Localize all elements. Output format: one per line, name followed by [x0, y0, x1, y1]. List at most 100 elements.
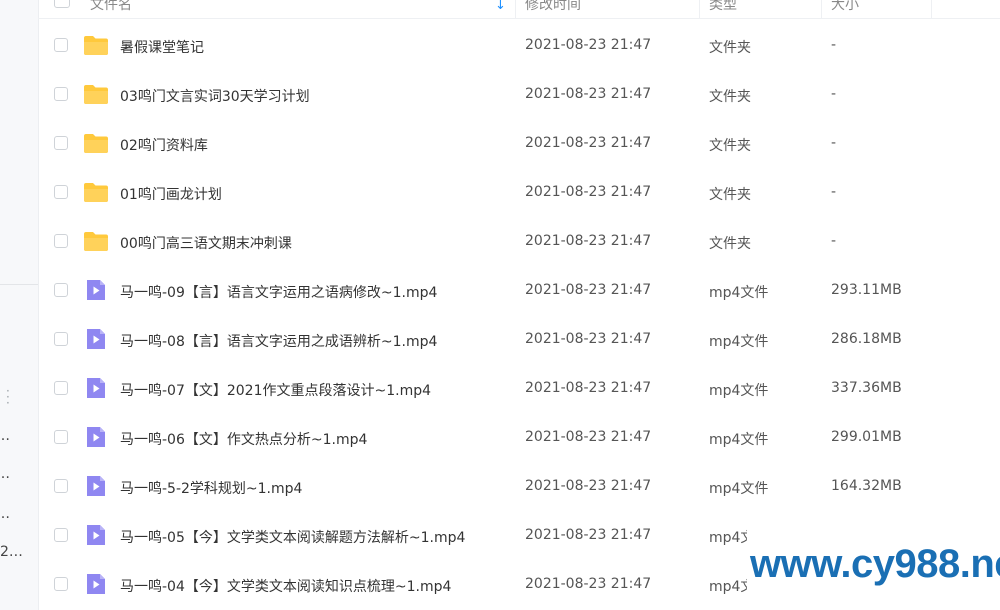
file-row[interactable]: 马一鸣-07【文】2021作文重点段落设计~1.mp4 2021-08-23 2… — [38, 365, 1000, 414]
row-checkbox[interactable] — [54, 136, 68, 150]
file-name[interactable]: 马一鸣-07【文】2021作文重点段落设计~1.mp4 — [120, 380, 431, 400]
file-name[interactable]: 02鸣门资料库 — [120, 135, 208, 155]
file-row[interactable]: 马一鸣-5-2学科规划~1.mp4 2021-08-23 21:47 mp4文件… — [38, 463, 1000, 512]
video-file-icon — [83, 475, 109, 497]
file-size: 337.36MB — [831, 380, 902, 396]
file-type: mp4文件 — [709, 432, 769, 448]
file-row[interactable]: 00鸣门高三语文期末冲刺课 2021-08-23 21:47 文件夹 - — [38, 218, 1000, 267]
file-list: 暑假课堂笔记 2021-08-23 21:47 文件夹 - 03鸣门文言实词30… — [38, 22, 1000, 610]
folder-icon — [83, 230, 109, 252]
file-size: - — [831, 86, 837, 102]
left-sidebar: ··· … … … 2… — [0, 0, 39, 610]
row-checkbox[interactable] — [54, 87, 68, 101]
folder-icon — [83, 34, 109, 56]
watermark-text: www.cy988.net — [750, 542, 1000, 586]
file-type: mp4文件 — [709, 285, 769, 301]
file-type: mp4文件 — [709, 481, 769, 497]
row-checkbox[interactable] — [54, 577, 68, 591]
column-header-size[interactable]: 大小 — [831, 0, 859, 14]
file-size: 164.32MB — [831, 478, 902, 494]
file-type: mp4文件 — [709, 530, 747, 546]
file-size: - — [831, 184, 837, 200]
file-name[interactable]: 马一鸣-5-2学科规划~1.mp4 — [120, 478, 302, 498]
row-checkbox[interactable] — [54, 185, 68, 199]
file-row[interactable]: 暑假课堂笔记 2021-08-23 21:47 文件夹 - — [38, 22, 1000, 71]
column-header-name[interactable]: 文件名 — [90, 0, 132, 14]
column-header-mtime[interactable]: 修改时间 — [525, 0, 581, 14]
file-modified-time: 2021-08-23 21:47 — [525, 478, 652, 494]
video-file-icon — [83, 426, 109, 448]
sidebar-item-truncated[interactable]: … — [0, 506, 10, 522]
file-type: 文件夹 — [709, 138, 751, 154]
video-file-icon — [83, 573, 109, 595]
file-size: - — [831, 37, 837, 53]
file-name[interactable]: 暑假课堂笔记 — [120, 37, 204, 57]
file-name[interactable]: 马一鸣-05【今】文学类文本阅读解题方法解析~1.mp4 — [120, 527, 465, 547]
file-type: mp4文件 — [709, 383, 769, 399]
column-divider[interactable] — [699, 0, 700, 18]
folder-icon — [83, 181, 109, 203]
file-modified-time: 2021-08-23 21:47 — [525, 576, 652, 592]
file-manager-window: ··· … … … 2… 文件名 ↓ 修改时间 类型 大小 暑假课堂笔记 202… — [0, 0, 1000, 610]
video-file-icon — [83, 377, 109, 399]
column-header-type[interactable]: 类型 — [709, 0, 737, 14]
file-modified-time: 2021-08-23 21:47 — [525, 527, 652, 543]
file-row[interactable]: 01鸣门画龙计划 2021-08-23 21:47 文件夹 - — [38, 169, 1000, 218]
row-checkbox[interactable] — [54, 38, 68, 52]
file-size: 293.11MB — [831, 282, 902, 298]
row-checkbox[interactable] — [54, 430, 68, 444]
file-row[interactable]: 03鸣门文言实词30天学习计划 2021-08-23 21:47 文件夹 - — [38, 71, 1000, 120]
file-name[interactable]: 马一鸣-04【今】文学类文本阅读知识点梳理~1.mp4 — [120, 576, 451, 596]
sidebar-divider — [0, 284, 38, 285]
video-file-icon — [83, 279, 109, 301]
video-file-icon — [83, 524, 109, 546]
file-type: 文件夹 — [709, 236, 751, 252]
file-modified-time: 2021-08-23 21:47 — [525, 282, 652, 298]
file-type: 文件夹 — [709, 89, 751, 105]
file-list-header: 文件名 ↓ 修改时间 类型 大小 — [38, 0, 1000, 19]
file-modified-time: 2021-08-23 21:47 — [525, 135, 652, 151]
file-type: 文件夹 — [709, 187, 751, 203]
file-modified-time: 2021-08-23 21:47 — [525, 184, 652, 200]
file-size: 286.18MB — [831, 331, 902, 347]
column-divider[interactable] — [821, 0, 822, 18]
file-modified-time: 2021-08-23 21:47 — [525, 429, 652, 445]
file-type: mp4文件 — [709, 579, 747, 595]
more-dots-icon[interactable]: · · · — [6, 385, 10, 409]
file-row[interactable]: 02鸣门资料库 2021-08-23 21:47 文件夹 - — [38, 120, 1000, 169]
file-name[interactable]: 马一鸣-06【文】作文热点分析~1.mp4 — [120, 429, 367, 449]
row-checkbox[interactable] — [54, 234, 68, 248]
row-checkbox[interactable] — [54, 528, 68, 542]
file-name[interactable]: 00鸣门高三语文期末冲刺课 — [120, 233, 292, 253]
select-all-checkbox[interactable] — [54, 0, 70, 8]
file-modified-time: 2021-08-23 21:47 — [525, 380, 652, 396]
sidebar-item-truncated[interactable]: … — [0, 466, 10, 482]
row-checkbox[interactable] — [54, 479, 68, 493]
row-checkbox[interactable] — [54, 283, 68, 297]
file-row[interactable]: 马一鸣-08【言】语言文字运用之成语辨析~1.mp4 2021-08-23 21… — [38, 316, 1000, 365]
column-divider[interactable] — [931, 0, 932, 18]
sidebar-item-truncated[interactable]: 2… — [0, 544, 23, 560]
file-name[interactable]: 马一鸣-08【言】语言文字运用之成语辨析~1.mp4 — [120, 331, 437, 351]
file-name[interactable]: 03鸣门文言实词30天学习计划 — [120, 86, 310, 106]
video-file-icon — [83, 328, 109, 350]
folder-icon — [83, 83, 109, 105]
file-size: 299.01MB — [831, 429, 902, 445]
file-name[interactable]: 马一鸣-09【言】语言文字运用之语病修改~1.mp4 — [120, 282, 437, 302]
file-row[interactable]: 马一鸣-09【言】语言文字运用之语病修改~1.mp4 2021-08-23 21… — [38, 267, 1000, 316]
file-name[interactable]: 01鸣门画龙计划 — [120, 184, 222, 204]
file-size: - — [831, 233, 837, 249]
file-modified-time: 2021-08-23 21:47 — [525, 331, 652, 347]
file-modified-time: 2021-08-23 21:47 — [525, 233, 652, 249]
column-divider[interactable] — [515, 0, 516, 18]
file-size: - — [831, 135, 837, 151]
file-modified-time: 2021-08-23 21:47 — [525, 37, 652, 53]
file-type: mp4文件 — [709, 334, 769, 350]
file-modified-time: 2021-08-23 21:47 — [525, 86, 652, 102]
folder-icon — [83, 132, 109, 154]
row-checkbox[interactable] — [54, 332, 68, 346]
row-checkbox[interactable] — [54, 381, 68, 395]
sort-down-arrow-icon[interactable]: ↓ — [495, 0, 506, 13]
sidebar-item-truncated[interactable]: … — [0, 428, 10, 444]
file-row[interactable]: 马一鸣-06【文】作文热点分析~1.mp4 2021-08-23 21:47 m… — [38, 414, 1000, 463]
